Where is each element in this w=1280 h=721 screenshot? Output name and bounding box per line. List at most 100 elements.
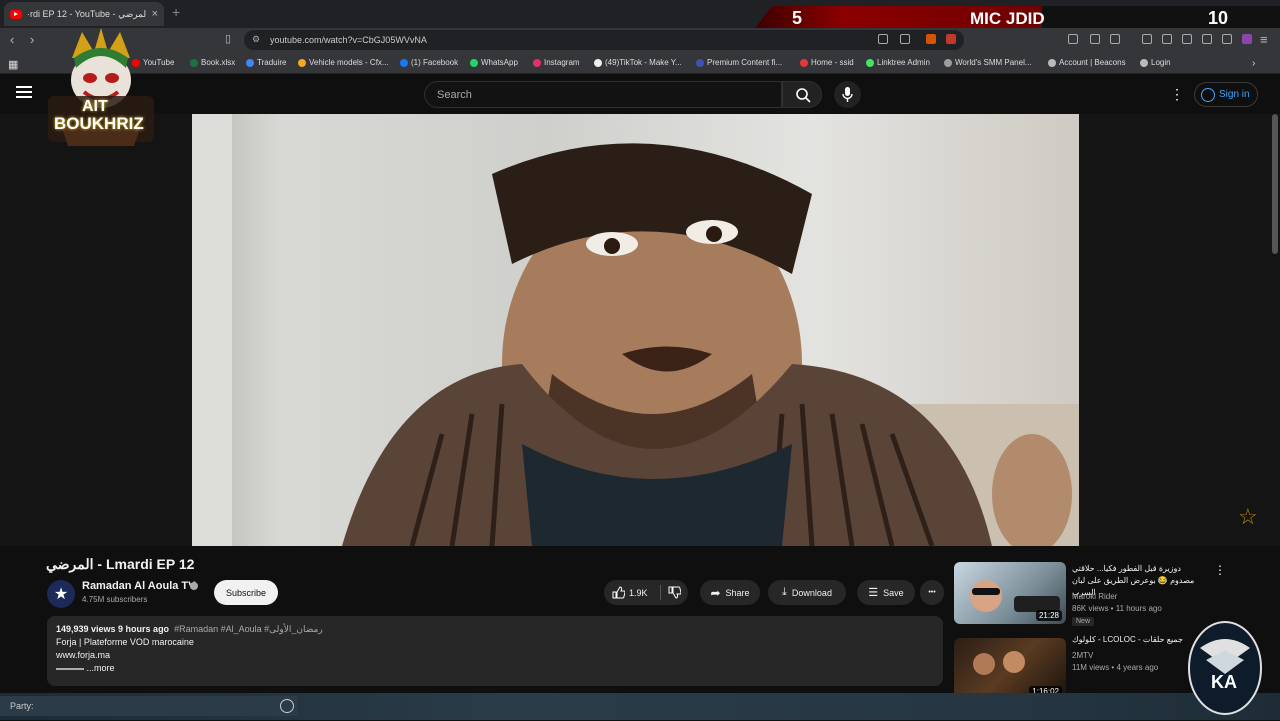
description-line: Forja | Plateforme VOD marocaine xyxy=(56,637,194,647)
sign-in-button[interactable]: Sign in xyxy=(1194,82,1258,107)
settings-more-icon[interactable]: ⋮ xyxy=(1170,86,1184,103)
download-icon: ⤓ xyxy=(782,586,787,598)
vpn-icon[interactable] xyxy=(1222,34,1232,44)
bookmark-dot-icon xyxy=(1048,58,1056,67)
extension-icon[interactable] xyxy=(1182,34,1192,44)
video-duration: 21:28 xyxy=(1035,610,1062,621)
microphone-icon xyxy=(842,87,853,102)
tab-title: ·rdi EP 12 - YouTube - المرضي xyxy=(27,8,147,19)
browser-tab-youtube[interactable]: ·rdi EP 12 - YouTube - المرضي × xyxy=(4,2,164,26)
site-info-icon[interactable]: ⚙ xyxy=(252,34,260,45)
wallet-icon[interactable] xyxy=(1242,34,1252,44)
share-icon: ➦ xyxy=(710,585,721,600)
voice-search-button[interactable] xyxy=(834,81,861,108)
score-title: MIC JDID xyxy=(970,9,1045,28)
save-button[interactable]: ☰ Save xyxy=(857,580,915,605)
channel-avatar[interactable]: ★ xyxy=(47,580,75,608)
bookmark-icon[interactable]: ▯ xyxy=(225,32,231,45)
youtube-header: Search ⋮ Sign in xyxy=(0,74,1280,114)
streamer-logo: AIT BOUKHRIZ xyxy=(42,28,160,152)
bookmark-smm-panel[interactable]: World's SMM Panel... xyxy=(944,58,1032,67)
bookmark-premium-content[interactable]: Premium Content fi... xyxy=(696,58,782,67)
show-more-link[interactable]: ...more xyxy=(87,663,115,673)
channel-name[interactable]: Ramadan Al Aoula TV xyxy=(82,580,195,592)
recommendation-title[interactable]: كلولوك - LCOLOC - جميع حلقات xyxy=(1072,634,1204,646)
description-link[interactable]: www.forja.ma xyxy=(56,649,934,662)
score-left: 5 xyxy=(792,8,803,28)
new-badge: New xyxy=(1072,617,1095,626)
youtube-favicon-icon xyxy=(10,9,22,19)
bookmark-dot-icon xyxy=(800,58,808,67)
new-tab-button[interactable]: + xyxy=(172,4,180,20)
verified-check-icon xyxy=(190,582,198,590)
bookmarks-overflow-icon[interactable]: › xyxy=(1252,58,1255,69)
party-settings-icon[interactable] xyxy=(280,699,294,713)
recommendation-thumbnail[interactable]: 21:28 xyxy=(954,562,1066,624)
apps-grid-icon[interactable]: ▦ xyxy=(8,58,18,71)
bookmark-dot-icon xyxy=(866,58,874,67)
more-actions-button[interactable]: ••• xyxy=(920,580,944,605)
ka-eagle-icon xyxy=(1188,621,1262,715)
party-field[interactable]: Party: xyxy=(0,696,298,716)
video-title: المرضي - Lmardi EP 12 xyxy=(46,556,195,572)
bookmark-dot-icon xyxy=(696,58,704,67)
hamburger-menu-icon[interactable] xyxy=(16,86,32,98)
search-button[interactable] xyxy=(782,81,822,108)
url-text: youtube.com/watch?v=CbGJ05WVvNA xyxy=(270,35,427,45)
bookmark-whatsapp[interactable]: WhatsApp xyxy=(470,58,518,67)
description-box[interactable]: 149,939 views 9 hours ago #Ramadan #Al_A… xyxy=(47,616,943,686)
forward-icon[interactable]: › xyxy=(30,32,34,47)
bookmark-traduire[interactable]: Traduire xyxy=(246,58,287,67)
back-icon[interactable]: ‹ xyxy=(10,32,14,47)
bookmark-vehicle-models[interactable]: Vehicle models - Cfx... xyxy=(298,58,389,67)
bookmark-tiktok[interactable]: (49)TikTok - Make Y... xyxy=(594,58,682,67)
bookmark-facebook[interactable]: (1) Facebook xyxy=(400,58,458,67)
bookmark-beacons[interactable]: Account | Beacons xyxy=(1048,58,1126,67)
bookmark-dot-icon xyxy=(246,58,254,67)
like-button[interactable]: 1.9K xyxy=(612,586,648,599)
bookmark-instagram[interactable]: Instagram xyxy=(533,58,580,67)
address-bar[interactable]: ⚙ youtube.com/watch?v=CbGJ05WVvNA xyxy=(244,30,964,50)
sidebar-icon[interactable] xyxy=(1162,34,1172,44)
account-icon xyxy=(1201,87,1215,102)
ka-emblem-logo: KA xyxy=(1186,620,1264,716)
bookmark-home-ssid[interactable]: Home - ssid xyxy=(800,58,854,67)
save-playlist-icon: ☰ xyxy=(868,587,879,599)
extension-icon[interactable] xyxy=(1202,34,1212,44)
hashtags[interactable]: #Ramadan #Al_Aoula #رمضان_الأولى xyxy=(174,624,323,634)
extension-icon[interactable] xyxy=(1090,34,1100,44)
brave-shield-icon[interactable] xyxy=(926,34,936,44)
bookmark-dot-icon xyxy=(944,58,952,67)
extension-icon[interactable] xyxy=(1142,34,1152,44)
cast-icon[interactable] xyxy=(878,34,888,44)
recommendation-channel[interactable]: 2MTV xyxy=(1072,651,1093,660)
channel-watermark-star-icon: ☆ xyxy=(1238,504,1258,529)
view-count-date: 149,939 views 9 hours ago xyxy=(56,624,170,634)
extension-icon[interactable] xyxy=(1110,34,1120,44)
recommendation-menu-icon[interactable]: ⋮ xyxy=(1214,563,1226,577)
bookmarks-bar: ▦ YouTube Book.xlsx Traduire Vehicle mod… xyxy=(0,52,1280,74)
bookmark-dot-icon xyxy=(190,58,198,67)
video-player[interactable] xyxy=(192,114,1079,546)
browser-menu-icon[interactable]: ≡ xyxy=(1260,32,1268,47)
share-page-icon[interactable] xyxy=(900,34,910,44)
search-input[interactable]: Search xyxy=(424,81,782,108)
like-dislike-group: 1.9K xyxy=(604,580,688,605)
page-scrollbar[interactable] xyxy=(1272,114,1278,254)
recommendation-thumbnail[interactable]: 1:16:02 xyxy=(954,638,1066,700)
brave-rewards-icon[interactable] xyxy=(946,34,956,44)
share-button[interactable]: ➦ Share xyxy=(700,580,760,605)
search-icon xyxy=(796,88,811,103)
extension-icon[interactable] xyxy=(1068,34,1078,44)
dislike-button[interactable] xyxy=(668,586,682,601)
tab-close-button[interactable]: × xyxy=(152,8,158,20)
recommendation-channel[interactable]: Maroki Rider xyxy=(1072,592,1117,601)
bookmark-book-xlsx[interactable]: Book.xlsx xyxy=(190,58,235,67)
bookmark-linktree[interactable]: Linktree Admin xyxy=(866,58,930,67)
subscribe-button[interactable]: Subscribe xyxy=(214,580,278,605)
bookmark-dot-icon xyxy=(470,58,478,67)
download-button[interactable]: ⤓ Download xyxy=(768,580,846,605)
bookmark-login[interactable]: Login xyxy=(1140,58,1171,67)
video-frame-image xyxy=(192,114,1079,546)
thumbs-up-icon xyxy=(612,586,625,599)
